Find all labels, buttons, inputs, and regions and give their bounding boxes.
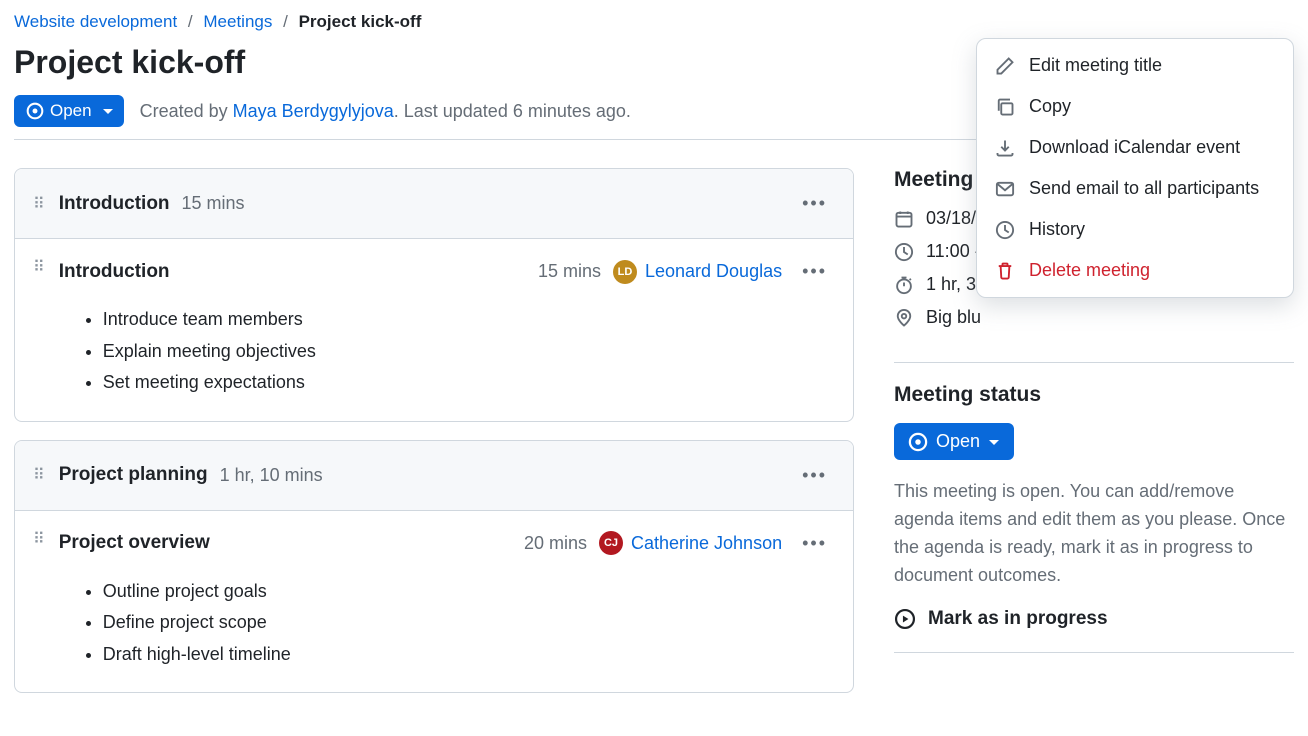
breadcrumb-current: Project kick-off bbox=[299, 12, 422, 31]
drag-handle-icon[interactable]: ⠿ bbox=[33, 465, 45, 485]
clock-icon bbox=[995, 220, 1015, 240]
actions-menu: Edit meeting title Copy Download iCalend… bbox=[976, 38, 1294, 298]
breadcrumb-link[interactable]: Website development bbox=[14, 12, 177, 31]
issue-open-icon bbox=[908, 432, 928, 452]
trash-icon bbox=[995, 261, 1015, 281]
bullet: Explain meeting objectives bbox=[103, 336, 835, 368]
menu-download-ical[interactable]: Download iCalendar event bbox=[977, 127, 1293, 168]
item-more-button[interactable]: ••• bbox=[794, 257, 835, 286]
drag-handle-icon[interactable]: ⠿ bbox=[33, 529, 45, 549]
mark-in-progress-button[interactable]: Mark as in progress bbox=[894, 608, 1294, 630]
section-more-button[interactable]: ••• bbox=[794, 461, 835, 490]
avatar: LD bbox=[613, 260, 637, 284]
stopwatch-icon bbox=[894, 275, 914, 295]
clock-icon bbox=[894, 242, 914, 262]
menu-delete-meeting[interactable]: Delete meeting bbox=[977, 250, 1293, 291]
page-title: Project kick-off bbox=[14, 44, 245, 81]
drag-handle-icon[interactable]: ⠿ bbox=[33, 257, 45, 277]
status-description: This meeting is open. You can add/remove… bbox=[894, 478, 1294, 590]
avatar: CJ bbox=[599, 531, 623, 555]
menu-copy[interactable]: Copy bbox=[977, 86, 1293, 127]
assignee-link[interactable]: Leonard Douglas bbox=[645, 261, 782, 282]
status-pill[interactable]: Open bbox=[14, 95, 124, 127]
calendar-icon bbox=[894, 209, 914, 229]
bullet: Set meeting expectations bbox=[103, 367, 835, 399]
agenda-section: ⠿ Project planning 1 hr, 10 mins ••• ⠿ P… bbox=[14, 440, 854, 694]
author-link[interactable]: Maya Berdygylyjova bbox=[233, 101, 394, 121]
download-icon bbox=[995, 138, 1015, 158]
bullet: Introduce team members bbox=[103, 304, 835, 336]
issue-open-icon bbox=[26, 102, 44, 120]
section-title: Introduction bbox=[59, 193, 170, 215]
breadcrumb: Website development / Meetings / Project… bbox=[14, 12, 1294, 32]
item-title: Introduction bbox=[59, 261, 170, 283]
section-title: Project planning bbox=[59, 464, 208, 486]
mail-icon bbox=[995, 179, 1015, 199]
section-duration: 1 hr, 10 mins bbox=[220, 465, 323, 486]
item-duration: 15 mins bbox=[538, 261, 601, 282]
location-icon bbox=[894, 308, 914, 328]
drag-handle-icon[interactable]: ⠿ bbox=[33, 194, 45, 214]
menu-send-email[interactable]: Send email to all participants bbox=[977, 168, 1293, 209]
section-more-button[interactable]: ••• bbox=[794, 189, 835, 218]
side-heading: Meeting status bbox=[894, 383, 1294, 407]
bullet: Define project scope bbox=[103, 607, 835, 639]
pencil-icon bbox=[995, 56, 1015, 76]
bullet: Outline project goals bbox=[103, 576, 835, 608]
item-duration: 20 mins bbox=[524, 533, 587, 554]
caret-down-icon bbox=[988, 436, 1000, 448]
play-circle-icon bbox=[894, 608, 916, 630]
meeting-status-section: Meeting status Open This meeting is open… bbox=[894, 383, 1294, 653]
menu-history[interactable]: History bbox=[977, 209, 1293, 250]
item-more-button[interactable]: ••• bbox=[794, 529, 835, 558]
meta-text: Created by Maya Berdygylyjova. Last upda… bbox=[140, 101, 631, 122]
bullet: Draft high-level timeline bbox=[103, 639, 835, 671]
copy-icon bbox=[995, 97, 1015, 117]
agenda-section: ⠿ Introduction 15 mins ••• ⠿ Introductio… bbox=[14, 168, 854, 422]
item-title: Project overview bbox=[59, 532, 210, 554]
info-location: Big blu bbox=[894, 307, 1294, 328]
status-pill-label: Open bbox=[50, 101, 92, 121]
section-duration: 15 mins bbox=[182, 193, 245, 214]
caret-down-icon bbox=[102, 105, 114, 117]
assignee-link[interactable]: Catherine Johnson bbox=[631, 533, 782, 554]
status-dropdown[interactable]: Open bbox=[894, 423, 1014, 460]
menu-edit-title[interactable]: Edit meeting title bbox=[977, 45, 1293, 86]
breadcrumb-link[interactable]: Meetings bbox=[203, 12, 272, 31]
